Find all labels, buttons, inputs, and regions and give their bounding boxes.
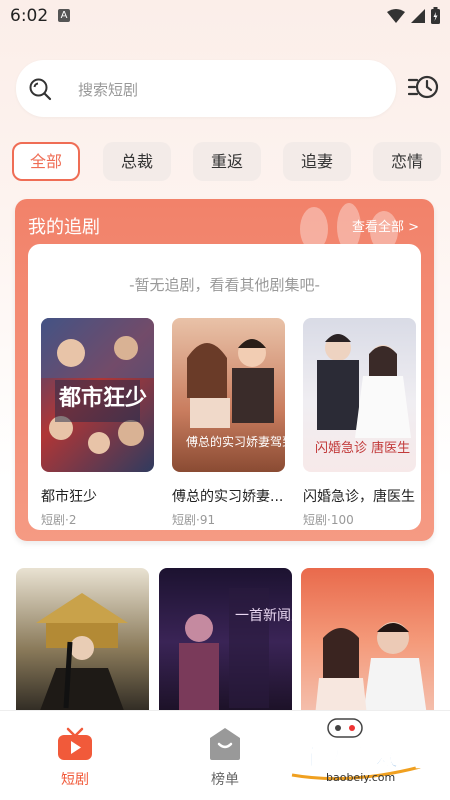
status-icons [387, 7, 440, 24]
drama-poster[interactable]: 都市狂少 [41, 318, 154, 472]
watchlist-content: -暂无追剧，看看其他剧集吧- 都市狂少 都市狂少 短剧·2 傅总的实习娇妻驾到 … [28, 244, 421, 530]
poster-art: 傅总的实习娇妻驾到 [186, 339, 285, 449]
my-watchlist-card: 我的追剧 查看全部 > -暂无追剧，看看其他剧集吧- 都市狂少 都市狂少 短剧·… [15, 199, 434, 541]
drama-title: 都市狂少 [41, 489, 97, 505]
tab-label: 榜单 [211, 772, 239, 788]
poster-art [36, 593, 128, 716]
watermark-logo: 宝贝游戏网 baobeiy.com [280, 715, 430, 790]
category-chips: 全部 总裁 重返 追妻 恋情 [12, 142, 450, 182]
drama-title: 傅总的实习娇妻... [172, 489, 284, 505]
tab-shorts[interactable]: 短剧 [35, 727, 115, 789]
grid-drama-poster[interactable] [16, 568, 149, 716]
status-bar: 6:02 A [0, 0, 450, 34]
notification-icon: A [58, 9, 70, 22]
watermark-url: baobeiy.com [326, 771, 396, 784]
view-all-link[interactable]: 查看全部 > [352, 216, 419, 235]
drama-episodes: 短剧·100 [303, 513, 354, 527]
watermark-text: 宝贝游戏网 [300, 743, 425, 772]
category-ceo[interactable]: 总裁 [103, 142, 171, 181]
category-chase-wife[interactable]: 追妻 [283, 142, 351, 181]
wifi-icon [387, 8, 405, 23]
signal-icon [411, 8, 425, 23]
drama-poster[interactable]: 闪婚急诊 唐医生 [303, 318, 416, 472]
poster-title-text: 一首新闻人生 重返燃痕 [235, 607, 292, 624]
watchlist-title: 我的追剧 [28, 217, 100, 238]
category-return[interactable]: 重返 [193, 142, 261, 181]
poster-art: 闪婚急诊 唐医生 [315, 334, 411, 456]
grid-drama-poster[interactable]: 一首新闻人生 重返燃痕 [159, 568, 292, 716]
poster-art: 都市狂少 [41, 318, 154, 454]
empty-message: -暂无追剧，看看其他剧集吧- [129, 276, 320, 294]
tv-icon [58, 727, 92, 760]
category-romance[interactable]: 恋情 [373, 142, 441, 181]
battery-icon [431, 7, 440, 24]
poster-title-text: 傅总的实习娇妻驾到 [186, 434, 285, 449]
poster-title-text: 闪婚急诊 唐医生 [315, 440, 410, 456]
status-time: 6:02 [10, 6, 49, 26]
poster-title-text: 都市狂少 [58, 385, 147, 411]
poster-art: 一首新闻人生 重返燃痕 [179, 588, 292, 716]
drama-card[interactable]: 都市狂少 都市狂少 短剧·2 [41, 318, 154, 528]
search-icon [29, 78, 52, 101]
drama-card[interactable]: 傅总的实习娇妻驾到 傅总的实习娇妻... 短剧·91 [172, 318, 285, 528]
drama-episodes: 短剧·91 [172, 513, 216, 527]
search-bar[interactable]: 搜索短剧 [16, 60, 396, 117]
drama-title: 闪婚急诊，唐医生 [303, 489, 415, 505]
ranking-icon [210, 728, 240, 760]
tab-ranking[interactable]: 榜单 [185, 727, 265, 789]
drama-poster[interactable]: 傅总的实习娇妻驾到 [172, 318, 285, 472]
search-placeholder: 搜索短剧 [78, 81, 139, 99]
drama-card[interactable]: 闪婚急诊 唐医生 闪婚急诊，唐医生 短剧·100 [303, 318, 416, 528]
grid-drama-poster[interactable] [301, 568, 434, 716]
tab-label: 短剧 [61, 772, 89, 788]
category-all[interactable]: 全部 [12, 142, 80, 181]
history-icon[interactable] [408, 72, 440, 102]
poster-art [315, 622, 427, 716]
drama-episodes: 短剧·2 [41, 513, 77, 527]
